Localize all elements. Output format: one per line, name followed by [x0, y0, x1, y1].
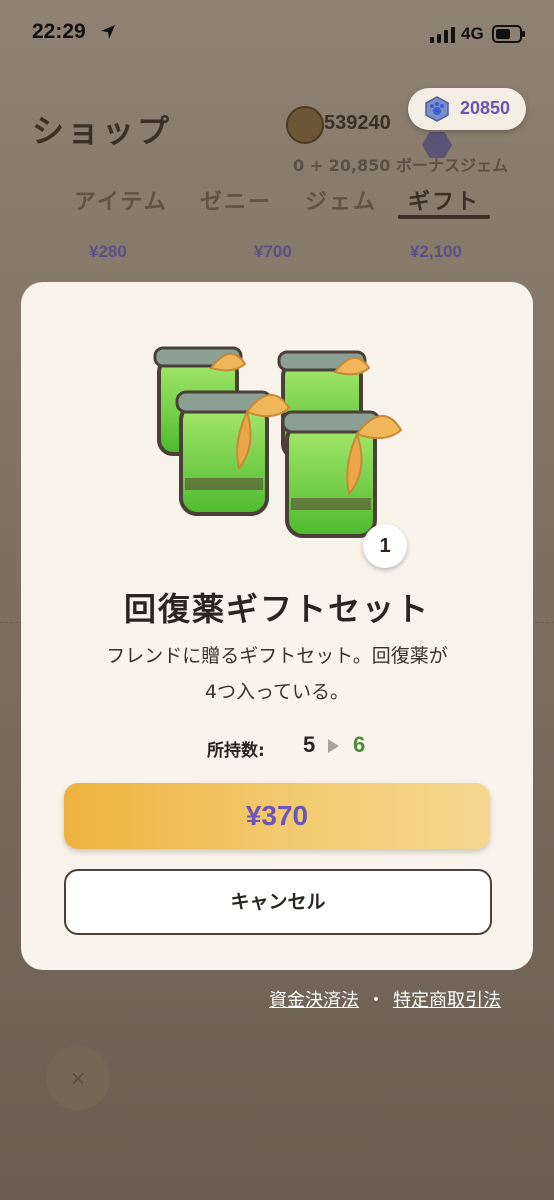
potion-gift-set-icon: [153, 346, 403, 538]
product-price: ¥280: [89, 242, 127, 261]
gem-balance-pill[interactable]: 20850: [408, 88, 526, 130]
network-type: 4G: [461, 24, 484, 43]
commercial-transactions-act-link[interactable]: 特定商取引法: [393, 990, 501, 1011]
tab-gifts[interactable]: ギフト: [408, 184, 480, 216]
gem-balance: 20850: [460, 98, 511, 118]
zeny-balance: 539240: [324, 112, 391, 134]
item-description-line: フレンドに贈るギフトセット。回復薬が: [106, 645, 448, 667]
arrow-right-icon: [328, 739, 339, 753]
owned-count-current: 5: [303, 732, 316, 757]
status-bar: 22:29 4G: [0, 0, 554, 70]
shop-title: ショップ: [32, 112, 173, 150]
owned-count-after: 6: [353, 732, 366, 757]
legal-links: 資金決済法・特定商取引法: [269, 986, 501, 1012]
cellular-signal-icon: [430, 27, 455, 43]
tab-zeny[interactable]: ゼニー: [200, 184, 272, 216]
payment-services-act-link[interactable]: 資金決済法: [269, 990, 359, 1011]
status-time: 22:29: [32, 20, 86, 43]
battery-icon: [492, 25, 525, 43]
tab-items[interactable]: アイテム: [74, 184, 168, 216]
buy-button[interactable]: ¥370: [64, 783, 490, 849]
product-price: ¥2,100: [410, 242, 462, 261]
item-title: 回復薬ギフトセット: [123, 590, 430, 628]
purchase-dialog: 1 回復薬ギフトセット フレンドに贈るギフトセット。回復薬が 4つ入っている。 …: [21, 282, 533, 970]
bonus-gems-text: 0 + 20,850 ボーナスジェム: [293, 156, 508, 175]
location-arrow-icon: [101, 25, 115, 39]
owned-count-label: 所持数:: [207, 741, 265, 761]
active-tab-indicator: [398, 215, 490, 219]
separator: ・: [367, 990, 385, 1011]
close-icon: ×: [69, 1066, 87, 1090]
cancel-button[interactable]: キャンセル: [64, 869, 492, 935]
paw-gem-icon: [425, 96, 449, 122]
zeny-coin-icon: [286, 106, 324, 144]
item-description: フレンドに贈るギフトセット。回復薬が 4つ入っている。: [21, 638, 533, 710]
tab-gems[interactable]: ジェム: [305, 184, 377, 216]
close-button[interactable]: ×: [46, 1046, 110, 1110]
product-price: ¥700: [254, 242, 292, 261]
item-description-line: 4つ入っている。: [204, 681, 350, 703]
quantity-badge: 1: [363, 524, 407, 568]
